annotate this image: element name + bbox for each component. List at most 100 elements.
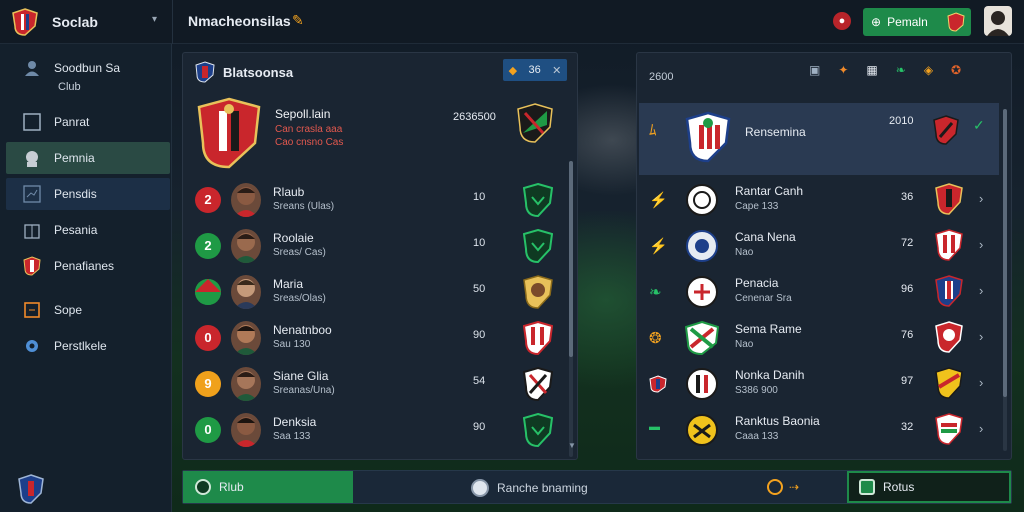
sidebar-item-label: Penafianes [54, 259, 115, 273]
rank-badge: 9 [195, 371, 221, 397]
player-avatar [231, 367, 261, 401]
scroll-down-icon[interactable]: ▼ [568, 441, 576, 450]
ball-icon [471, 479, 489, 497]
scrollbar[interactable] [1003, 109, 1007, 451]
table-row[interactable]: 9 Siane Glia Sreanas/Una) 54 [191, 365, 567, 409]
sidebar-item-panrat[interactable]: Panrat [6, 106, 170, 138]
shield-icon [935, 413, 963, 445]
panel-title: Blatsoonsa [223, 64, 294, 80]
player-value: 90 [473, 421, 486, 433]
filter-chip[interactable]: ◆ 36 ✕ [503, 59, 567, 81]
club-crest-icon [686, 276, 718, 308]
alert-icon[interactable]: ● [833, 12, 851, 30]
grid-icon[interactable]: ▦ [866, 63, 877, 77]
pencil-icon[interactable]: ✎ [292, 12, 304, 29]
player-name: Rlaub [273, 185, 305, 199]
crest-icon [947, 12, 965, 32]
crest-icon [517, 103, 553, 143]
club-crest-icon [686, 230, 718, 262]
table-row[interactable]: Maria Sreas/Olas) 50 [191, 273, 567, 317]
chevron-right-icon[interactable]: › [979, 421, 983, 436]
square-icon [22, 112, 42, 132]
sidebar-item-penafianes[interactable]: Penafianes [6, 250, 170, 282]
shield-icon [523, 275, 553, 309]
chevron-right-icon[interactable]: › [979, 191, 983, 206]
ball-icon [195, 479, 211, 495]
leaf-icon[interactable]: ❧ [896, 63, 906, 77]
club-crest-icon [197, 97, 261, 169]
sidebar-item-pesania[interactable]: Pesania [6, 214, 170, 246]
sidebar-item-perstlkele[interactable]: Perstlkele [6, 330, 170, 362]
club-crest-icon [686, 414, 718, 446]
sidebar-item-squad[interactable]: Soodbun Sa [6, 52, 170, 84]
toolbar: ▣ ✦ ▦ ❧ ◈ ✪ [809, 63, 961, 77]
chevron-down-icon[interactable]: ▾ [152, 14, 157, 25]
featured-club[interactable]: Sepoll.lain Can crasla aaa Cao cnsno Cas… [195, 93, 567, 173]
flag-icon [195, 279, 221, 305]
app-logo[interactable] [18, 474, 44, 509]
scrollbar[interactable] [569, 161, 573, 457]
chevron-right-icon[interactable]: › [979, 237, 983, 252]
coins-indicator[interactable]: ⇢ [767, 479, 799, 495]
shield-icon [523, 229, 553, 263]
ranking-button[interactable]: Ranche bnaming [471, 479, 588, 497]
list-item[interactable]: Nonka Danih S386 900 97 › [639, 363, 999, 409]
sidebar-item-sope[interactable]: Sope [6, 294, 170, 326]
list-item[interactable]: ⚡ Cana Nena Nao 72 › [639, 225, 999, 271]
premium-button[interactable]: ⊕ Pemaln [863, 8, 971, 36]
document-icon[interactable]: ▣ [809, 63, 820, 77]
club-value: 76 [901, 329, 914, 341]
chevron-right-icon[interactable]: › [979, 329, 983, 344]
scrollbar-thumb[interactable] [569, 161, 573, 357]
club-sub: Cenenar Sra [735, 293, 792, 304]
list-item[interactable]: ⚡ Rantar Canh Cape 133 36 › [639, 179, 999, 225]
boot-icon: ﾑ [649, 122, 657, 139]
sidebar-item-pemnia[interactable]: Pemnia [6, 142, 170, 174]
list-item[interactable]: ❧ Penacia Cenenar Sra 96 › [639, 271, 999, 317]
featured-sub-line: Cao cnsno Cas [275, 137, 344, 148]
list-item[interactable]: ❂ Sema Rame Nao 76 › [639, 317, 999, 363]
user-portrait-icon [987, 11, 1009, 36]
setup-button[interactable]: Rotus [847, 471, 1011, 503]
flame-icon[interactable]: ◈ [924, 63, 933, 77]
award-icon[interactable]: ✪ [951, 63, 961, 77]
club-name: Cana Nena [735, 230, 796, 244]
coin-icon [767, 479, 783, 495]
featured-club-row[interactable]: ﾑ Rensemina 2010 ✓ [639, 103, 999, 175]
premium-label: Pemaln [887, 15, 928, 29]
player-name: Maria [273, 277, 304, 291]
page-title: Nmacheonsilas [188, 13, 291, 29]
building-icon [22, 220, 42, 240]
club-crest-icon [195, 61, 215, 83]
leaf-icon: ❧ [649, 284, 662, 301]
sidebar-item-pensdis[interactable]: Pensdis [6, 178, 170, 210]
sidebar-item-label: Perstlkele [54, 339, 107, 353]
featured-sub-line: Can crasla aaa [275, 124, 343, 135]
avatar[interactable] [984, 6, 1012, 36]
chevron-right-icon[interactable]: › [979, 283, 983, 298]
table-row[interactable]: 0 Denksia Saa 133 90 [191, 411, 567, 455]
gift-icon: ⊕ [871, 15, 882, 29]
shield-icon [523, 367, 553, 401]
club-sub: Nao [735, 247, 754, 258]
player-name: Siane Glia [273, 369, 329, 383]
list-item[interactable]: ▬ Ranktus Baonia Caaa 133 32 › [639, 409, 999, 455]
featured-name: Sepoll.lain [275, 107, 331, 121]
shield-icon [935, 367, 963, 399]
close-icon[interactable]: ✕ [552, 64, 561, 77]
bottom-bar: Rlub Ranche bnaming ⇢ Rotus [182, 470, 1012, 504]
check-icon[interactable]: ✓ [973, 117, 985, 134]
player-name: Nenatnboo [273, 323, 332, 337]
player-avatar [231, 321, 261, 355]
club-sub: Cape 133 [735, 201, 779, 212]
chevron-right-icon[interactable]: › [979, 375, 983, 390]
table-row[interactable]: 2 Rlaub Sreans (Ulas) 10 [191, 181, 567, 225]
brand[interactable]: Soclab [12, 8, 98, 36]
table-row[interactable]: 0 Nenatnboo Sau 130 90 [191, 319, 567, 363]
scrollbar-thumb[interactable] [1003, 109, 1007, 397]
club-button[interactable]: Rlub [183, 471, 353, 503]
table-row[interactable]: 2 Roolaie Sreas/ Cas) 10 [191, 227, 567, 271]
rankings-panel: Blatsoonsa ◆ 36 ✕ Sepoll.lain Can crasla… [182, 52, 578, 460]
panel-header: Blatsoonsa [195, 61, 293, 83]
star-icon[interactable]: ✦ [838, 63, 848, 77]
